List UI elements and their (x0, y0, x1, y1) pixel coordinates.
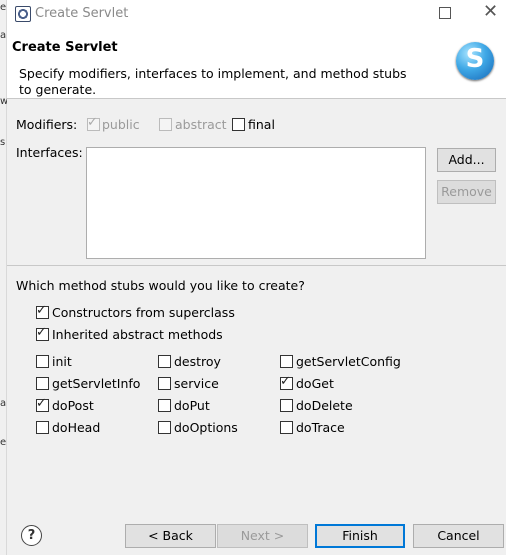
service-label: service (174, 376, 219, 391)
init-label: init (52, 354, 72, 369)
getservletconfig-checkbox[interactable] (280, 355, 293, 368)
back-button[interactable]: < Back (125, 524, 216, 548)
add-interface-button[interactable]: Add... (437, 148, 496, 172)
dodelete-label: doDelete (296, 398, 353, 413)
final-checkbox[interactable] (232, 118, 245, 131)
check-icon: ✓ (87, 115, 98, 130)
bg-fragment: e (0, 2, 7, 13)
help-button[interactable]: ? (21, 525, 42, 546)
logo-letter: S (465, 44, 485, 74)
window-title: Create Servlet (35, 6, 129, 21)
service-checkbox[interactable] (158, 377, 171, 390)
close-icon: ✕ (483, 1, 499, 22)
servlet-logo-icon: S (456, 42, 494, 80)
next-button[interactable]: Next > (217, 524, 308, 548)
eclipse-app-icon (15, 6, 31, 22)
interfaces-label: Interfaces: (16, 145, 83, 160)
create-servlet-dialog: Create Servlet ✕ Create Servlet Specify … (7, 0, 506, 555)
public-label: public (102, 117, 140, 132)
final-label: final (248, 117, 275, 132)
destroy-label: destroy (174, 354, 221, 369)
remove-interface-button[interactable]: Remove (437, 180, 496, 204)
doget-label: doGet (296, 376, 334, 391)
dooptions-checkbox[interactable] (158, 421, 171, 434)
getservletinfo-label: getServletInfo (52, 376, 141, 391)
wizard-description: Specify modifiers, interfaces to impleme… (19, 66, 407, 97)
dodelete-checkbox[interactable] (280, 399, 293, 412)
bg-fragment: e (0, 437, 7, 448)
separator (7, 265, 506, 266)
inherited-abstract-checkbox[interactable]: ✓ (36, 325, 49, 341)
abstract-label: abstract (175, 117, 227, 132)
inherited-abstract-label: Inherited abstract methods (52, 327, 223, 342)
cancel-button[interactable]: Cancel (413, 524, 504, 548)
check-icon: ✓ (36, 303, 47, 318)
getservletconfig-label: getServletConfig (296, 354, 401, 369)
dopost-label: doPost (52, 398, 94, 413)
abstract-checkbox[interactable] (159, 118, 172, 131)
destroy-checkbox[interactable] (158, 355, 171, 368)
close-button[interactable]: ✕ (483, 2, 498, 22)
modifiers-label: Modifiers: (16, 117, 78, 132)
doput-label: doPut (174, 398, 210, 413)
method-stubs-question: Which method stubs would you like to cre… (16, 278, 305, 293)
wizard-header: Create Servlet Specify modifiers, interf… (7, 27, 506, 99)
doput-checkbox[interactable] (158, 399, 171, 412)
constructors-checkbox[interactable]: ✓ (36, 303, 49, 319)
bg-fragment: a (0, 30, 7, 41)
bg-fragment: a (0, 398, 7, 409)
public-checkbox[interactable]: ✓ (87, 115, 100, 131)
maximize-button[interactable] (439, 7, 451, 19)
finish-button[interactable]: Finish (315, 524, 405, 548)
doget-checkbox[interactable]: ✓ (280, 374, 293, 390)
help-icon: ? (27, 528, 36, 543)
dotrace-checkbox[interactable] (280, 421, 293, 434)
dooptions-label: doOptions (174, 420, 238, 435)
check-icon: ✓ (36, 325, 47, 340)
check-icon: ✓ (36, 396, 47, 411)
interfaces-list[interactable] (86, 147, 426, 259)
bg-fragment: s (0, 137, 6, 148)
init-checkbox[interactable] (36, 355, 49, 368)
getservletinfo-checkbox[interactable] (36, 377, 49, 390)
title-bar: Create Servlet ✕ (7, 0, 506, 27)
wizard-title: Create Servlet (12, 40, 118, 55)
dopost-checkbox[interactable]: ✓ (36, 396, 49, 412)
background-window-edge: e a w s a e (0, 0, 8, 555)
check-icon: ✓ (280, 374, 291, 389)
dotrace-label: doTrace (296, 420, 345, 435)
constructors-label: Constructors from superclass (52, 305, 235, 320)
dohead-checkbox[interactable] (36, 421, 49, 434)
dohead-label: doHead (52, 420, 101, 435)
